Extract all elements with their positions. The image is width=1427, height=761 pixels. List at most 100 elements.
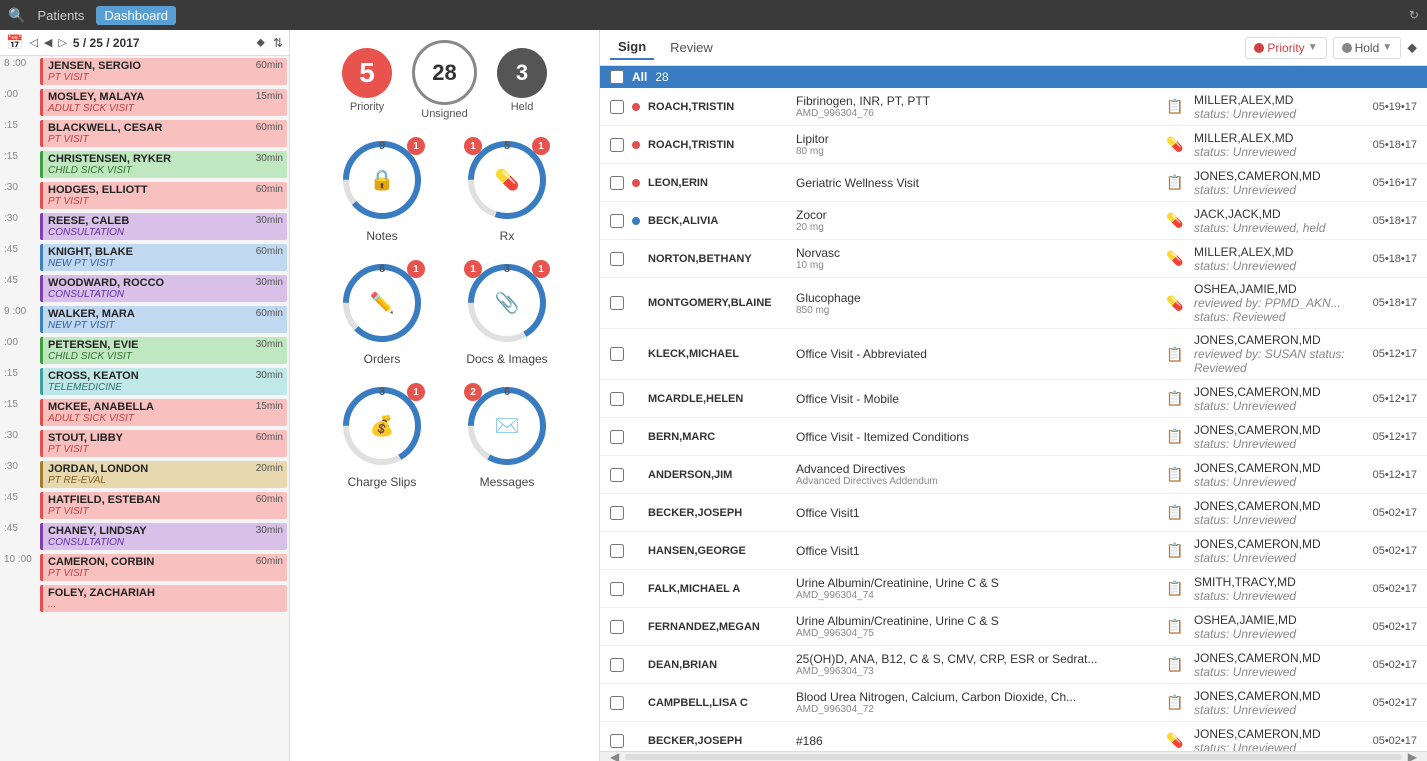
donut-icon: 📎 (495, 291, 520, 316)
row-checkbox[interactable] (610, 138, 624, 152)
md-name: JONES,CAMERON,MD (1194, 499, 1354, 513)
held-badge[interactable]: 3 Held (497, 48, 547, 113)
row-checkbox[interactable] (610, 214, 624, 228)
row-checkbox[interactable] (610, 658, 624, 672)
circle-item-docs-&-images[interactable]: 📎 3 11 Docs & Images (452, 258, 562, 366)
circle-item-charge-slips[interactable]: 💰 3 1 Charge Slips (327, 381, 437, 489)
unsigned-badge[interactable]: 28 Unsigned (412, 40, 477, 120)
hold-button[interactable]: Hold ▼ (1333, 37, 1402, 59)
appointment-card[interactable]: BLACKWELL, CESAR PT VISIT 60min (40, 120, 287, 147)
select-all-checkbox[interactable] (610, 70, 624, 84)
row-checkbox[interactable] (610, 100, 624, 114)
row-checkbox[interactable] (610, 734, 624, 748)
review-filter-icon[interactable]: ⬥ (1407, 39, 1417, 56)
priority-badge[interactable]: 5 Priority (342, 48, 392, 113)
appointment-card[interactable]: MOSLEY, MALAYA ADULT SICK VISIT 15min (40, 89, 287, 116)
appointment-card[interactable]: CAMERON, CORBIN PT VISIT 60min (40, 554, 287, 581)
appointment-card[interactable]: REESE, CALEB CONSULTATION 30min (40, 213, 287, 240)
table-row[interactable]: BECKER,JOSEPH #186 💊 JONES,CAMERON,MD st… (600, 722, 1427, 751)
circle-item-rx[interactable]: 💊 5 11 Rx (452, 135, 562, 243)
time-slot: :30 STOUT, LIBBY PT VISIT 60min (0, 428, 289, 459)
appointment-card[interactable]: CHRISTENSEN, RYKER CHILD SICK VISIT 30mi… (40, 151, 287, 178)
appointment-card[interactable]: MCKEE, ANABELLA ADULT SICK VISIT 15min (40, 399, 287, 426)
table-row[interactable]: DEAN,BRIAN 25(OH)D, ANA, B12, C & S, CMV… (600, 646, 1427, 684)
filter-icon[interactable]: ⬥ (257, 35, 265, 50)
review-tab[interactable]: Review (662, 36, 721, 59)
appointment-card[interactable]: STOUT, LIBBY PT VISIT 60min (40, 430, 287, 457)
row-checkbox[interactable] (610, 430, 624, 444)
appointment-card[interactable]: KNIGHT, BLAKE NEW PT VISIT 60min (40, 244, 287, 271)
table-row[interactable]: FERNANDEZ,MEGAN Urine Albumin/Creatinine… (600, 608, 1427, 646)
row-type-icon: 📋 (1164, 692, 1186, 714)
doc-icon: 📋 (1166, 618, 1183, 635)
appt-duration: 60min (256, 494, 283, 505)
row-checkbox[interactable] (610, 347, 624, 361)
appointment-card[interactable]: HATFIELD, ESTEBAN PT VISIT 60min (40, 492, 287, 519)
appointment-card[interactable]: WALKER, MARA NEW PT VISIT 60min (40, 306, 287, 333)
table-row[interactable]: KLECK,MICHAEL Office Visit - Abbreviated… (600, 329, 1427, 380)
table-row[interactable]: MCARDLE,HELEN Office Visit - Mobile 📋 JO… (600, 380, 1427, 418)
table-row[interactable]: LEON,ERIN Geriatric Wellness Visit 📋 JON… (600, 164, 1427, 202)
row-checkbox[interactable] (610, 468, 624, 482)
priority-button[interactable]: Priority ▼ (1245, 37, 1326, 59)
assigned-md: JONES,CAMERON,MD status: Unreviewed (1194, 423, 1354, 451)
date-column: 05•02•17 (1362, 583, 1417, 595)
row-checkbox[interactable] (610, 696, 624, 710)
priority-indicator (632, 350, 640, 358)
item-subtitle: AMD_996304_76 (796, 108, 1156, 119)
row-checkbox[interactable] (610, 506, 624, 520)
patients-tab[interactable]: Patients (29, 6, 92, 25)
table-row[interactable]: ROACH,TRISTIN Fibrinogen, INR, PT, PTT A… (600, 88, 1427, 126)
row-checkbox[interactable] (610, 582, 624, 596)
date-column: 05•12•17 (1362, 431, 1417, 443)
scroll-left-icon[interactable]: ◀ (610, 750, 619, 761)
table-row[interactable]: BECK,ALIVIA Zocor 20 mg 💊 JACK,JACK,MD s… (600, 202, 1427, 240)
appointment-card[interactable]: JENSEN, SERGIO PT VISIT 60min (40, 58, 287, 85)
bottom-scrollbar[interactable]: ◀ ▶ (600, 751, 1427, 761)
next-btn[interactable]: ▷ (56, 34, 68, 51)
table-row[interactable]: BERN,MARC Office Visit - Itemized Condit… (600, 418, 1427, 456)
schedule-header: 📅 ◁ ◀ ▷ 5 / 25 / 2017 ⬥ ⇅ (0, 30, 289, 56)
pill-icon: 💊 (1166, 250, 1183, 267)
table-row[interactable]: ROACH,TRISTIN Lipitor 80 mg 💊 MILLER,ALE… (600, 126, 1427, 164)
circle-item-orders[interactable]: ✏️ 8 1 Orders (327, 258, 437, 366)
row-checkbox[interactable] (610, 392, 624, 406)
circle-item-messages[interactable]: ✉️ 6 2 Messages (452, 381, 562, 489)
appointment-card[interactable]: CHANEY, LINDSAY CONSULTATION 30min (40, 523, 287, 550)
prev-prev-btn[interactable]: ◁ (27, 34, 39, 51)
priority-dropdown-arrow[interactable]: ▼ (1308, 42, 1318, 53)
item-title: Norvasc (796, 246, 1156, 260)
hold-dropdown-arrow[interactable]: ▼ (1382, 42, 1392, 53)
appointment-card[interactable]: PETERSEN, EVIE CHILD SICK VISIT 30min (40, 337, 287, 364)
dashboard-panel: 5 Priority 28 Unsigned 3 Held 🔒 (290, 30, 600, 761)
row-checkbox[interactable] (610, 620, 624, 634)
table-row[interactable]: BECKER,JOSEPH Office Visit1 📋 JONES,CAME… (600, 494, 1427, 532)
table-row[interactable]: FALK,MICHAEL A Urine Albumin/Creatinine,… (600, 570, 1427, 608)
status-text: reviewed by: PPMD_AKN... status: Reviewe… (1194, 296, 1354, 324)
item-title: Advanced Directives (796, 462, 1156, 476)
refresh-icon[interactable]: ↻ (1409, 8, 1419, 22)
table-row[interactable]: MONTGOMERY,BLAINE Glucophage 850 mg 💊 OS… (600, 278, 1427, 329)
prev-btn[interactable]: ◀ (42, 34, 54, 51)
sort-icon[interactable]: ⇅ (273, 36, 283, 50)
appt-patient-name: HATFIELD, ESTEBAN (48, 494, 282, 506)
sign-tab[interactable]: Sign (610, 35, 654, 60)
appointment-card[interactable]: WOODWARD, ROCCO CONSULTATION 30min (40, 275, 287, 302)
row-checkbox[interactable] (610, 252, 624, 266)
scroll-right-icon[interactable]: ▶ (1408, 750, 1417, 761)
row-checkbox[interactable] (610, 544, 624, 558)
patient-name: MCARDLE,HELEN (648, 393, 788, 405)
row-checkbox[interactable] (610, 296, 624, 310)
appointment-card[interactable]: CROSS, KEATON TELEMEDICINE 30min (40, 368, 287, 395)
dashboard-tab[interactable]: Dashboard (96, 6, 176, 25)
appointment-card[interactable]: JORDAN, LONDON PT RE-EVAL 20min (40, 461, 287, 488)
calendar-icon[interactable]: 📅 (6, 34, 23, 51)
table-row[interactable]: HANSEN,GEORGE Office Visit1 📋 JONES,CAME… (600, 532, 1427, 570)
appointment-card[interactable]: FOLEY, ZACHARIAH ... (40, 585, 287, 612)
appointment-card[interactable]: HODGES, ELLIOTT PT VISIT 60min (40, 182, 287, 209)
table-row[interactable]: NORTON,BETHANY Norvasc 10 mg 💊 MILLER,AL… (600, 240, 1427, 278)
table-row[interactable]: ANDERSON,JIM Advanced Directives Advance… (600, 456, 1427, 494)
table-row[interactable]: CAMPBELL,LISA C Blood Urea Nitrogen, Cal… (600, 684, 1427, 722)
circle-item-notes[interactable]: 🔒 9 1 Notes (327, 135, 437, 243)
row-checkbox[interactable] (610, 176, 624, 190)
